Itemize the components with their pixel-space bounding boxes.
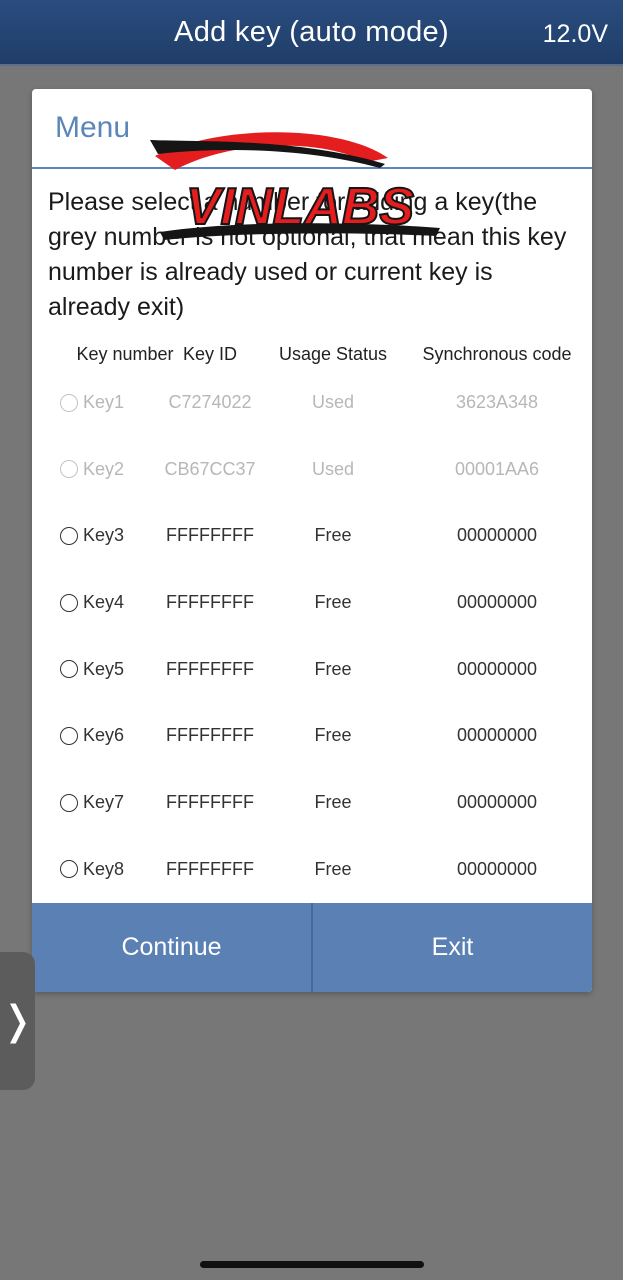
key-number-cell: Key5 (83, 658, 125, 679)
usage-status-cell: Free (314, 658, 352, 679)
sync-code-cell: 00000000 (456, 525, 538, 546)
key-number-cell: Key6 (83, 725, 125, 746)
key-id-cell: C7274022 (168, 392, 252, 412)
key-radio-option[interactable]: Key6 (60, 725, 124, 746)
usage-status-cell: Used (311, 392, 355, 412)
top-bar: Add key (auto mode) 12.0V (0, 0, 623, 66)
usage-status-cell: Used (311, 458, 355, 479)
radio-button[interactable] (60, 526, 78, 545)
radio-button (60, 460, 78, 479)
usage-status-cell: Free (314, 858, 352, 879)
sync-code-cell: 00000000 (456, 725, 538, 746)
sync-code-cell: 00000000 (456, 792, 538, 813)
key-row-8[interactable]: Key8 FFFFFFFF Free 00000000 (32, 835, 592, 902)
key-row-7[interactable]: Key7 FFFFFFFF Free 00000000 (32, 768, 592, 835)
key-id-cell: FFFFFFFF (166, 592, 254, 613)
radio-button[interactable] (60, 726, 78, 745)
usage-status-cell: Free (314, 525, 352, 546)
key-radio-option[interactable]: Key8 (60, 859, 124, 880)
key-list: Key1 C7274022 Used 3623A348 Key2 CB67CC3… (32, 368, 592, 902)
sync-code-cell: 00000000 (456, 858, 538, 879)
key-row-1: Key1 C7274022 Used 3623A348 (32, 368, 592, 435)
usage-status-cell: Free (314, 592, 352, 613)
key-id-cell: FFFFFFFF (166, 525, 254, 546)
key-number-cell: Key2 (83, 458, 125, 479)
key-radio-option: Key2 (60, 459, 124, 480)
vinlabs-watermark-logo: VINLABS (150, 132, 440, 240)
key-row-5[interactable]: Key5 FFFFFFFF Free 00000000 (32, 635, 592, 702)
key-row-4[interactable]: Key4 FFFFFFFF Free 00000000 (32, 568, 592, 635)
key-id-cell: FFFFFFFF (166, 858, 254, 879)
key-radio-option[interactable]: Key5 (60, 659, 124, 680)
key-number-cell: Key1 (83, 392, 125, 412)
key-id-cell: FFFFFFFF (166, 792, 254, 813)
dialog-button-bar: Continue Exit (32, 903, 592, 992)
key-row-6[interactable]: Key6 FFFFFFFF Free 00000000 (32, 701, 592, 768)
radio-button[interactable] (60, 660, 78, 679)
key-radio-option: Key1 (60, 392, 124, 413)
sync-code-cell: 00000000 (456, 658, 538, 679)
radio-button[interactable] (60, 860, 78, 879)
key-radio-option[interactable]: Key3 (60, 525, 124, 546)
key-id-cell: CB67CC37 (164, 458, 256, 479)
table-header: Key number Key ID Usage Status Synchrono… (32, 344, 592, 368)
side-drawer-handle[interactable]: ❭ (0, 952, 35, 1090)
column-header-key-number: Key number (76, 344, 174, 364)
usage-status-cell: Free (314, 725, 352, 746)
column-header-key-id: Key ID (182, 344, 238, 364)
dialog-title: Menu (55, 111, 131, 144)
chevron-right-icon: ❭ (0, 999, 35, 1043)
key-id-cell: FFFFFFFF (166, 725, 254, 746)
column-header-sync-code: Synchronous code (422, 344, 572, 364)
sync-code-cell: 3623A348 (455, 392, 539, 412)
radio-button[interactable] (60, 793, 78, 812)
key-row-2: Key2 CB67CC37 Used 00001AA6 (32, 435, 592, 502)
page-title: Add key (auto mode) (174, 16, 449, 48)
key-number-cell: Key7 (83, 792, 125, 813)
continue-button[interactable]: Continue (32, 903, 311, 992)
key-id-cell: FFFFFFFF (166, 658, 254, 679)
radio-button (60, 393, 78, 412)
key-number-cell: Key8 (83, 858, 125, 879)
key-number-cell: Key3 (83, 525, 125, 546)
key-row-3[interactable]: Key3 FFFFFFFF Free 00000000 (32, 501, 592, 568)
home-indicator[interactable] (200, 1261, 424, 1268)
exit-button[interactable]: Exit (313, 903, 592, 992)
key-radio-option[interactable]: Key7 (60, 792, 124, 813)
key-number-cell: Key4 (83, 592, 125, 613)
voltage-readout: 12.0V (542, 20, 608, 48)
sync-code-cell: 00000000 (456, 592, 538, 613)
sync-code-cell: 00001AA6 (454, 458, 540, 479)
key-radio-option[interactable]: Key4 (60, 592, 124, 613)
column-header-usage-status: Usage Status (278, 344, 388, 364)
radio-button[interactable] (60, 593, 78, 612)
usage-status-cell: Free (314, 792, 352, 813)
